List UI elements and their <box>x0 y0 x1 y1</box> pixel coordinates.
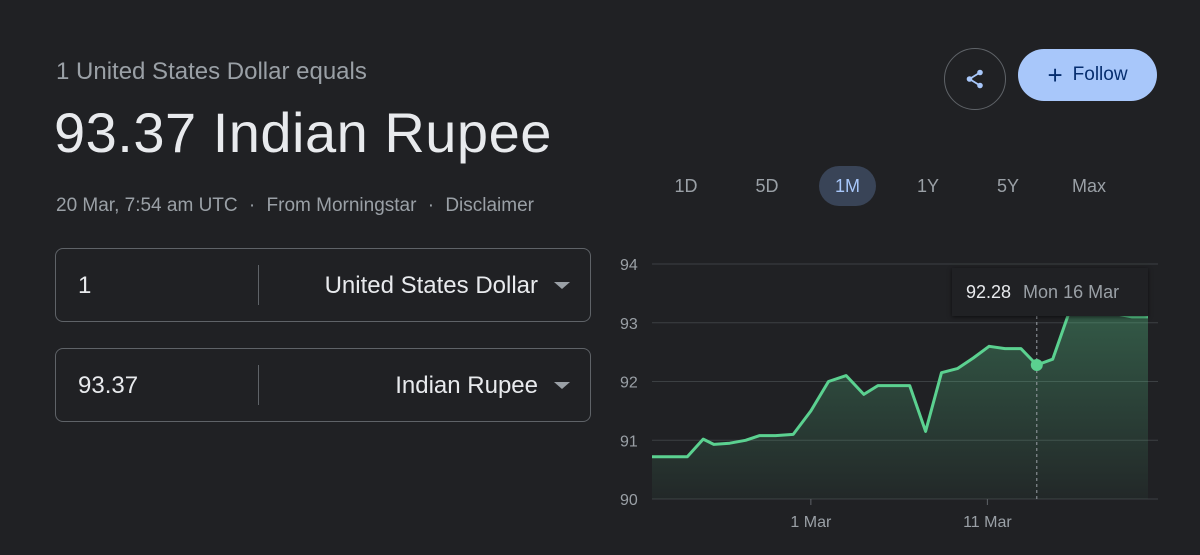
y-tick-label: 93 <box>620 316 638 333</box>
range-tab-1m[interactable]: 1M <box>819 166 876 206</box>
follow-button[interactable]: + Follow <box>1018 49 1157 101</box>
to-currency-select[interactable]: Indian Rupee <box>395 349 538 423</box>
source-label: From Morningstar <box>266 195 417 216</box>
range-tab-1d[interactable]: 1D <box>656 166 716 206</box>
x-tick-label: 11 Mar <box>963 514 1012 531</box>
y-tick-label: 92 <box>620 375 638 392</box>
tooltip-value: 92.28 <box>966 281 1012 302</box>
disclaimer-link[interactable]: Disclaimer <box>445 195 534 216</box>
to-currency-row: 93.37 Indian Rupee <box>55 348 591 422</box>
range-tab-max[interactable]: Max <box>1058 166 1120 206</box>
plus-icon: + <box>1047 60 1063 90</box>
equals-label: 1 United States Dollar equals <box>56 58 367 85</box>
from-currency-row: 1 United States Dollar <box>55 248 591 322</box>
separator: · <box>427 195 435 216</box>
meta-line: 20 Mar, 7:54 am UTC · From Morningstar ·… <box>56 195 534 217</box>
chevron-down-icon[interactable] <box>554 282 570 289</box>
from-currency-select[interactable]: United States Dollar <box>325 249 538 323</box>
chart-tooltip: 92.28 Mon 16 Mar <box>952 268 1148 316</box>
range-tab-5y[interactable]: 5Y <box>978 166 1038 206</box>
share-button[interactable] <box>944 48 1006 110</box>
timestamp: 20 Mar, 7:54 am UTC <box>56 195 238 216</box>
follow-label: Follow <box>1072 64 1128 85</box>
chevron-down-icon[interactable] <box>554 382 570 389</box>
from-amount-input[interactable]: 1 <box>78 249 91 323</box>
y-tick-label: 90 <box>620 492 638 509</box>
separator: · <box>248 195 256 216</box>
highlight-point <box>1030 359 1043 372</box>
chart-area <box>652 313 1148 499</box>
x-tick-label: 1 Mar <box>790 514 832 531</box>
y-tick-label: 91 <box>620 433 638 450</box>
tooltip-date: Mon 16 Mar <box>1023 281 1120 302</box>
converted-value: 93.37 Indian Rupee <box>54 101 552 164</box>
share-icon <box>966 69 983 89</box>
to-amount-input[interactable]: 93.37 <box>78 349 138 423</box>
divider <box>258 265 259 305</box>
range-tab-5d[interactable]: 5D <box>737 166 797 206</box>
divider <box>258 365 259 405</box>
y-tick-label: 94 <box>620 257 638 274</box>
range-tab-1y[interactable]: 1Y <box>898 166 958 206</box>
